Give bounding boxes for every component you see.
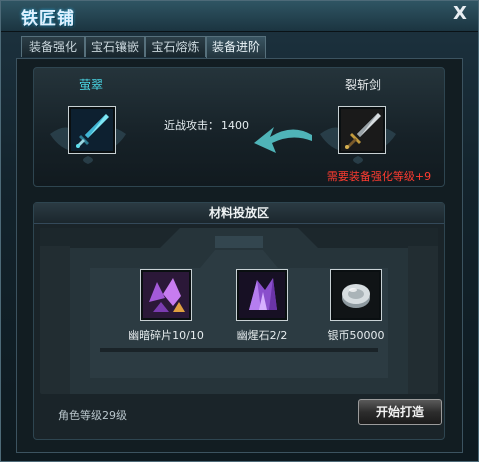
tab-equip-advance[interactable]: 装备进阶 (206, 36, 266, 58)
silver-coin-icon (333, 272, 379, 318)
curved-arrow-left-icon (254, 127, 312, 153)
material-label-3: 银币50000 (327, 329, 385, 342)
tab-gem-smelt[interactable]: 宝石熔炼 (145, 36, 206, 57)
requirement-text: 需要装备强化等级+9 (326, 170, 432, 183)
material-zone: 材料投放区 幽暗碎片10/10 幽煋石2/2 银币50000 角色等级29级 开… (33, 202, 445, 440)
advance-panel: 萤翠 裂斩剑 近战攻击： 1400 需要装备强化等级+9 材料投放区 幽暗碎片1… (16, 58, 463, 453)
jade-sword-icon (71, 109, 113, 151)
character-level: 角色等级29级 (58, 409, 127, 422)
broad-sword-icon (341, 109, 383, 151)
material-slot-2[interactable] (236, 269, 288, 321)
dark-shard-icon (143, 272, 189, 318)
upgrade-preview: 萤翠 裂斩剑 近战攻击： 1400 需要装备强化等级+9 (33, 67, 445, 187)
blacksmith-window: 铁匠铺 X 装备强化 宝石镶嵌 宝石熔炼 装备进阶 萤翠 裂斩剑 近战攻击： 1… (0, 0, 479, 462)
stat-line: 近战攻击： 1400 (162, 117, 249, 133)
tab-gem-inlay[interactable]: 宝石镶嵌 (85, 36, 145, 57)
material-slot-1[interactable] (140, 269, 192, 321)
start-forge-button[interactable]: 开始打造 (358, 399, 442, 425)
close-icon: X (453, 3, 467, 24)
stat-value: 1400 (221, 119, 249, 132)
dark-crystal-icon (239, 272, 285, 318)
title-bar[interactable]: 铁匠铺 X (1, 1, 478, 32)
material-slot-3[interactable] (330, 269, 382, 321)
source-item-name: 裂斩剑 (344, 78, 381, 92)
tab-equip-enhance[interactable]: 装备强化 (21, 36, 85, 57)
material-label-1: 幽暗碎片10/10 (128, 329, 204, 342)
material-zone-title: 材料投放区 (34, 203, 444, 224)
close-button[interactable]: X (450, 4, 470, 24)
stat-label: 近战攻击： (164, 119, 219, 132)
window-title: 铁匠铺 (21, 9, 75, 29)
source-item-slot[interactable] (338, 106, 386, 154)
target-item-slot[interactable] (68, 106, 116, 154)
target-item-name: 萤翠 (78, 78, 103, 92)
material-label-2: 幽煋石2/2 (236, 329, 288, 342)
